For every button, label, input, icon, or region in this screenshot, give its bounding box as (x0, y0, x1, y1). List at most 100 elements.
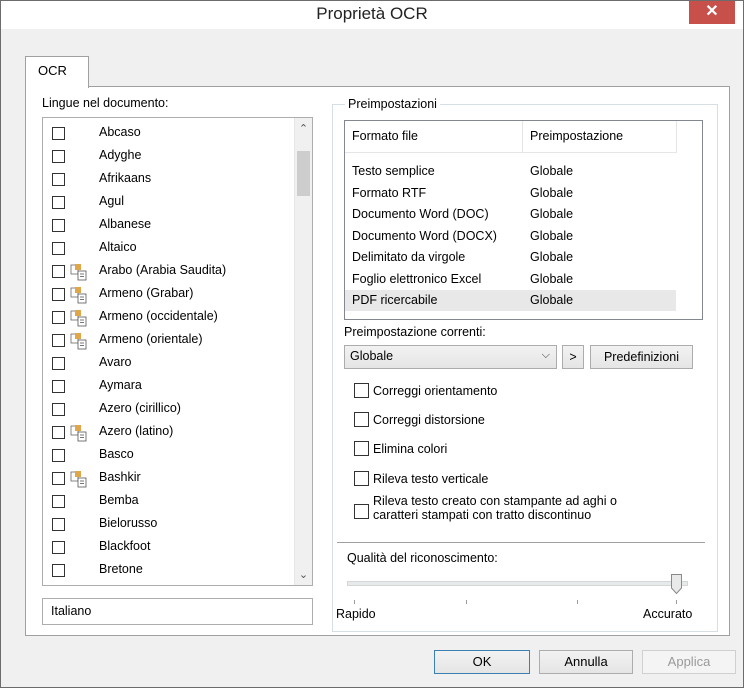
language-checkbox[interactable] (52, 219, 65, 232)
table-cell-preset: Globale (530, 293, 574, 307)
list-item[interactable]: Agul (43, 192, 293, 214)
table-cell-format: Foglio elettronico Excel (352, 271, 482, 286)
language-checkbox[interactable] (52, 426, 65, 439)
column-header-format[interactable]: Formato file (345, 121, 523, 153)
checkbox-detect-dot-matrix[interactable] (354, 504, 369, 519)
table-row[interactable]: Testo semplice Globale (345, 161, 676, 182)
table-cell-format: Formato RTF (352, 185, 427, 200)
table-row[interactable]: Foglio elettronico Excel Globale (345, 269, 676, 290)
apply-button[interactable]: Applica (642, 650, 736, 674)
list-item[interactable]: Azero (cirillico) (43, 399, 293, 421)
list-item[interactable]: Altaico (43, 238, 293, 260)
language-checkbox[interactable] (52, 495, 65, 508)
column-header-preset[interactable]: Preimpostazione (523, 121, 677, 153)
checkbox-correct-skew[interactable] (354, 412, 369, 427)
language-checkbox[interactable] (52, 311, 65, 324)
scrollbar-thumb[interactable] (297, 151, 310, 196)
vertical-scrollbar[interactable]: ⌃ ⌄ (294, 118, 312, 585)
presets-group: Preimpostazioni Formato file Preimpostaz… (332, 97, 718, 632)
list-item[interactable]: Armeno (Grabar) (43, 284, 293, 306)
language-name: Albanese (99, 217, 152, 231)
list-item[interactable]: Abcaso (43, 123, 293, 145)
quality-max-label: Accurato (643, 607, 693, 621)
language-checkbox[interactable] (52, 265, 65, 278)
list-item[interactable]: Albanese (43, 215, 293, 237)
table-cell-preset: Globale (530, 250, 574, 264)
language-checkbox[interactable] (52, 380, 65, 393)
scroll-down-icon[interactable]: ⌄ (295, 568, 312, 581)
table-row[interactable]: PDF ricercabile Globale (345, 290, 676, 311)
checkbox-remove-colors[interactable] (354, 441, 369, 456)
slider-knob[interactable] (671, 574, 682, 594)
slider-tick (676, 600, 677, 604)
languages-list[interactable]: Abcaso Adyghe Afrikaans Agul Albanese Altaico… (42, 117, 313, 586)
list-item[interactable]: Bemba (43, 491, 293, 513)
dictionary-icon (70, 264, 87, 281)
checkbox-detect-vertical-text[interactable] (354, 471, 369, 486)
presets-table[interactable]: Formato file Preimpostazione Testo sempl… (344, 120, 703, 320)
close-button[interactable]: ✕ (689, 1, 735, 24)
language-text-field[interactable]: Italiano (42, 598, 313, 625)
list-item[interactable]: Armeno (orientale) (43, 330, 293, 352)
language-name: Bretone (99, 562, 143, 576)
table-cell-format: Documento Word (DOC) (352, 207, 489, 221)
quality-slider[interactable] (347, 581, 688, 586)
language-checkbox[interactable] (52, 288, 65, 301)
language-name: Agul (99, 194, 125, 208)
column-header-label: Preimpostazione (530, 129, 624, 143)
current-preset-label: Preimpostazione correnti: (344, 325, 486, 339)
language-name: Avaro (99, 355, 132, 369)
option-label: Elimina colori (373, 442, 448, 456)
language-checkbox[interactable] (52, 449, 65, 462)
list-item[interactable]: Blackfoot (43, 537, 293, 559)
dictionary-icon (70, 287, 87, 304)
table-row[interactable]: Formato RTF Globale (345, 183, 676, 204)
list-item[interactable]: Basco (43, 445, 293, 467)
list-item[interactable]: Adyghe (43, 146, 293, 168)
list-item[interactable]: Armeno (occidentale) (43, 307, 293, 329)
table-row[interactable]: Documento Word (DOCX) Globale (345, 226, 676, 247)
list-item[interactable]: Bielorusso (43, 514, 293, 536)
language-name: Bashkir (99, 470, 141, 484)
language-name: Basco (99, 447, 134, 461)
list-item[interactable]: Azero (latino) (43, 422, 293, 444)
option-label: Rileva testo verticale (373, 472, 489, 486)
language-checkbox[interactable] (52, 541, 65, 554)
tab-ocr[interactable]: OCR (25, 56, 89, 88)
chevron-down-icon: ⌵ (541, 349, 550, 361)
language-checkbox[interactable] (52, 334, 65, 347)
open-preset-button[interactable]: > (562, 345, 584, 369)
list-item[interactable]: Arabo (Arabia Saudita) (43, 261, 293, 283)
dictionary-icon (70, 471, 87, 488)
ok-button[interactable]: OK (434, 650, 530, 674)
language-checkbox[interactable] (52, 127, 65, 140)
language-name: Bielorusso (99, 516, 158, 530)
language-checkbox[interactable] (52, 357, 65, 370)
language-checkbox[interactable] (52, 564, 65, 577)
list-item[interactable]: Bashkir (43, 468, 293, 490)
scroll-up-icon[interactable]: ⌃ (295, 122, 312, 135)
language-name: Adyghe (99, 148, 142, 162)
table-row[interactable]: Documento Word (DOC) Globale (345, 204, 676, 225)
checkbox-correct-orientation[interactable] (354, 383, 369, 398)
list-item[interactable]: Aymara (43, 376, 293, 398)
list-item[interactable]: Bretone (43, 560, 293, 582)
language-checkbox[interactable] (52, 242, 65, 255)
language-checkbox[interactable] (52, 173, 65, 186)
language-checkbox[interactable] (52, 403, 65, 416)
current-preset-select[interactable]: Globale ⌵ (344, 345, 557, 369)
language-name: Azero (latino) (99, 424, 174, 438)
defaults-button[interactable]: Predefinizioni (590, 345, 693, 369)
title-bar[interactable]: Proprietà OCR ✕ (1, 1, 743, 29)
language-text-value: Italiano (51, 604, 92, 618)
language-checkbox[interactable] (52, 150, 65, 163)
language-name: Bemba (99, 493, 139, 507)
language-checkbox[interactable] (52, 472, 65, 485)
language-checkbox[interactable] (52, 518, 65, 531)
table-row[interactable]: Delimitato da virgole Globale (345, 247, 676, 268)
dictionary-icon (70, 333, 87, 350)
list-item[interactable]: Avaro (43, 353, 293, 375)
list-item[interactable]: Afrikaans (43, 169, 293, 191)
language-checkbox[interactable] (52, 196, 65, 209)
cancel-button[interactable]: Annulla (539, 650, 633, 674)
